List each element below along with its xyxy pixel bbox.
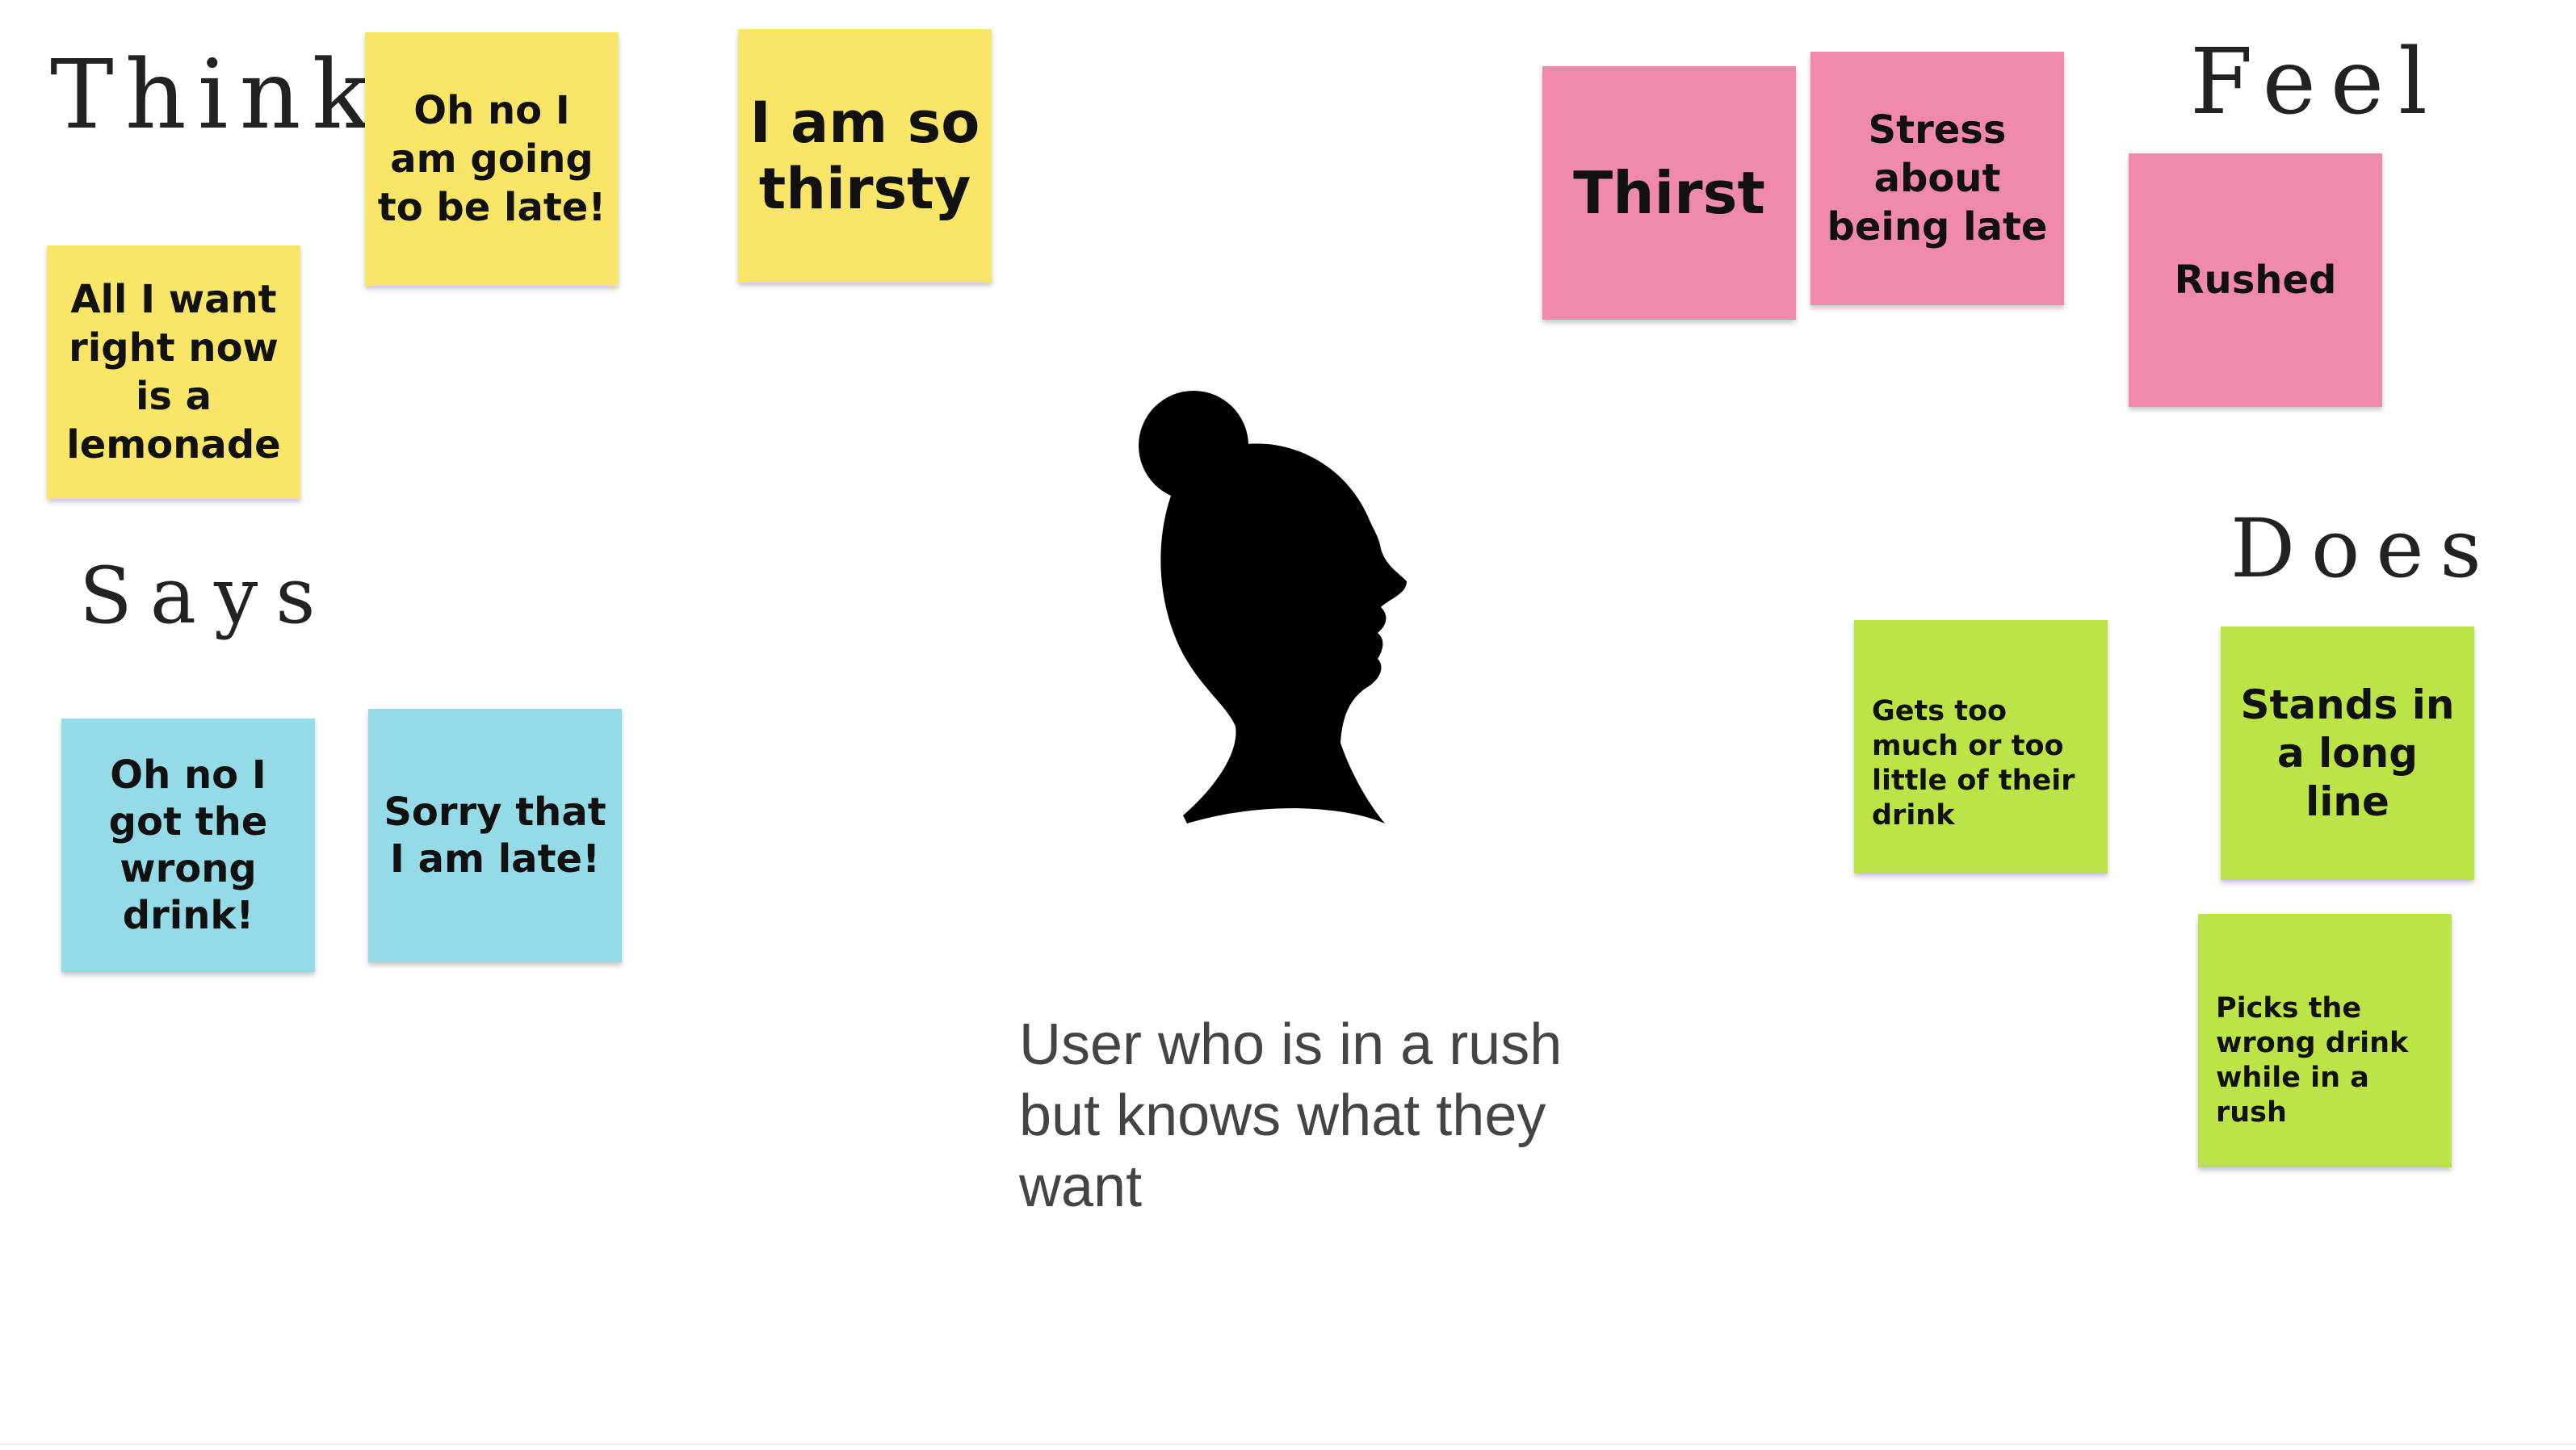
note-text: Picks the wrong drink while in a rush [2216,992,2409,1129]
label-says: Says [79,551,334,641]
woman-head-silhouette-icon [1139,391,1407,823]
sticky-note-says[interactable]: Oh no I got the wrong drink! [61,719,315,972]
note-text: All I want right now is a lemonade [66,277,281,467]
label-does: Does [2230,501,2498,596]
sticky-note-feel[interactable]: Stress about being late [1810,52,2064,305]
note-text: I am so thirsty [749,90,980,222]
sticky-note-think[interactable]: All I want right now is a lemonade [47,245,300,499]
note-text: Thirst [1573,159,1765,227]
note-text: Oh no I am going to be late! [377,88,606,230]
note-text: Oh no I got the wrong drink! [108,752,268,938]
sticky-note-does[interactable]: Stands in a long line [2221,627,2474,880]
sticky-note-think[interactable]: I am so thirsty [738,29,992,283]
label-feel: Feel [2190,30,2442,135]
note-text: Gets too much or too little of their dri… [1872,695,2075,832]
note-text: Sorry that I am late! [384,790,606,882]
label-think: Think [50,39,381,150]
persona-caption: User who is in a rush but knows what the… [1019,1012,1563,1219]
sticky-note-says[interactable]: Sorry that I am late! [368,709,622,962]
note-text: Stands in a long line [2240,681,2455,825]
note-text: Stress about being late [1827,107,2048,249]
divider [0,1444,2576,1445]
empathy-map-canvas: Think Says Feel Does Oh no I am going to… [0,0,2576,1450]
sticky-note-feel[interactable]: Rushed [2129,153,2382,407]
sticky-note-think[interactable]: Oh no I am going to be late! [365,32,619,286]
sticky-note-does[interactable]: Picks the wrong drink while in a rush [2198,914,2452,1167]
sticky-note-feel[interactable]: Thirst [1542,66,1796,320]
sticky-note-does[interactable]: Gets too much or too little of their dri… [1854,620,2108,874]
note-text: Rushed [2174,258,2337,303]
